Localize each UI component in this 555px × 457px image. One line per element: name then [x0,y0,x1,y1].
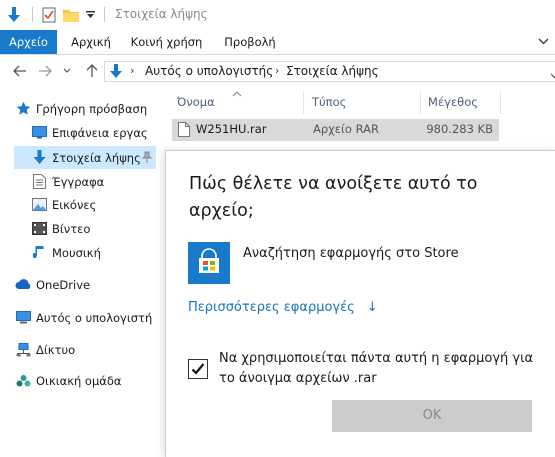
address-dropdown-icon[interactable] [550,68,555,82]
download-arrow-icon[interactable] [6,6,22,24]
breadcrumb-separator-icon[interactable]: › [130,64,134,77]
computer-icon [14,310,32,326]
sort-ascending-icon [232,86,242,100]
address-bar[interactable]: › Αυτός ο υπολογιστής › Στοιχεία λήψης [104,61,555,82]
cloud-icon [14,277,32,293]
column-divider[interactable] [500,92,501,114]
ribbon-tabs: Αρχείο Αρχική Κοινή χρήση Προβολή [0,30,555,55]
customize-toolbar-icon[interactable] [84,6,96,24]
sidebar-item-this-pc[interactable]: Αυτός ο υπολογιστή [14,306,168,329]
divider [104,7,105,22]
downloads-folder-icon [109,64,123,82]
sidebar-item-pictures[interactable]: Εικόνες [30,193,183,216]
sidebar-item-label: Βίντεο [52,221,91,236]
back-arrow-icon[interactable] [13,64,27,78]
tab-view[interactable]: Προβολή [220,30,280,54]
column-divider[interactable] [303,92,304,114]
file-name: W251HU.rar [196,122,267,136]
sidebar-item-label: Μουσική [52,245,101,260]
network-icon [14,342,32,358]
forward-arrow-icon[interactable] [38,64,52,78]
videos-icon [30,221,48,237]
dialog-heading: Πώς θέλετε να ανοίξετε αυτό το αρχείο; [189,174,478,221]
sidebar-item-label: OneDrive [36,277,91,292]
new-folder-icon[interactable] [63,6,79,24]
sidebar-item-label: Έγγραφα [52,174,105,189]
navigation-bar: › Αυτός ο υπολογιστής › Στοιχεία λήψης [0,55,555,88]
navigation-pane: Γρήγορη πρόσβαση Επιφάνεια εργας Στοιχεί… [0,88,183,456]
store-icon[interactable] [188,242,230,284]
more-apps-link[interactable]: Περισσότερες εφαρμογές ↓ [188,300,378,315]
tab-file[interactable]: Αρχείο [0,30,57,54]
pictures-icon [30,197,48,213]
divider [32,7,33,22]
downloads-icon [30,150,48,166]
file-type: Αρχείο RAR [313,122,379,136]
sidebar-item-videos[interactable]: Βίντεο [30,217,156,240]
arrow-down-icon: ↓ [366,300,378,315]
open-with-dialog: Πώς θέλετε να ανοίξετε αυτό το αρχείο; Α… [165,150,555,457]
star-icon [14,101,32,117]
sidebar-item-desktop[interactable]: Επιφάνεια εργας [30,121,183,144]
more-apps-label: Περισσότερες εφαρμογές [188,300,355,315]
up-arrow-icon[interactable] [85,64,99,78]
column-header-name[interactable]: Όνομα [177,92,215,112]
sidebar-item-label: Εικόνες [52,197,97,212]
sidebar-item-network[interactable]: Δίκτυο [14,338,164,361]
breadcrumb-separator-icon[interactable]: › [275,64,279,77]
title-bar: Στοιχεία λήψης [0,0,555,30]
chevron-down-icon[interactable] [538,36,549,50]
always-use-label: Να χρησιμοποιείται πάντα αυτή η εφαρμογή… [219,351,534,386]
sidebar-item-label: Γρήγορη πρόσβαση [36,101,148,116]
breadcrumb-this-pc[interactable]: Αυτός ο υπολογιστής [145,64,273,78]
window-title: Στοιχεία λήψης [115,7,208,21]
sidebar-item-label: Οικιακή ομάδα [36,373,122,388]
file-row[interactable]: W251HU.rar Αρχείο RAR 980.283 KB [172,119,499,141]
sidebar-item-music[interactable]: Μουσική [30,241,156,264]
tab-share[interactable]: Κοινή χρήση [124,30,209,54]
file-size: 980.283 KB [426,122,493,136]
sidebar-item-quick-access[interactable]: Γρήγορη πρόσβαση [14,97,164,120]
column-header-type[interactable]: Τύπος [312,92,346,112]
properties-icon[interactable] [41,6,57,24]
sidebar-item-homegroup[interactable]: Οικιακή ομάδα [14,369,164,392]
rar-file-icon [178,122,190,140]
homegroup-icon [14,373,32,389]
breadcrumb-downloads[interactable]: Στοιχεία λήψης [286,64,379,78]
column-header-size[interactable]: Μέγεθος [428,92,478,112]
sidebar-item-documents[interactable]: Έγγραφα [30,170,183,193]
always-use-checkbox[interactable] [188,359,208,379]
sidebar-item-label: Δίκτυο [36,342,76,357]
sidebar-item-onedrive[interactable]: OneDrive [14,273,164,296]
ok-button[interactable]: OK [332,400,532,432]
sidebar-item-label: Στοιχεία λήψης [52,150,141,165]
desktop-icon [30,125,48,141]
sidebar-item-label: Επιφάνεια εργας [52,125,148,140]
sidebar-item-downloads[interactable]: Στοιχεία λήψης [14,146,156,169]
documents-icon [30,174,48,190]
tab-home[interactable]: Αρχική [66,30,116,54]
pin-icon [141,151,153,166]
store-search-option[interactable]: Αναζήτηση εφαρμογής στο Store [243,246,459,261]
sidebar-item-label: Αυτός ο υπολογιστή [36,310,153,325]
music-note-icon [30,245,48,261]
recent-locations-icon[interactable] [62,64,72,78]
column-divider[interactable] [420,92,421,114]
